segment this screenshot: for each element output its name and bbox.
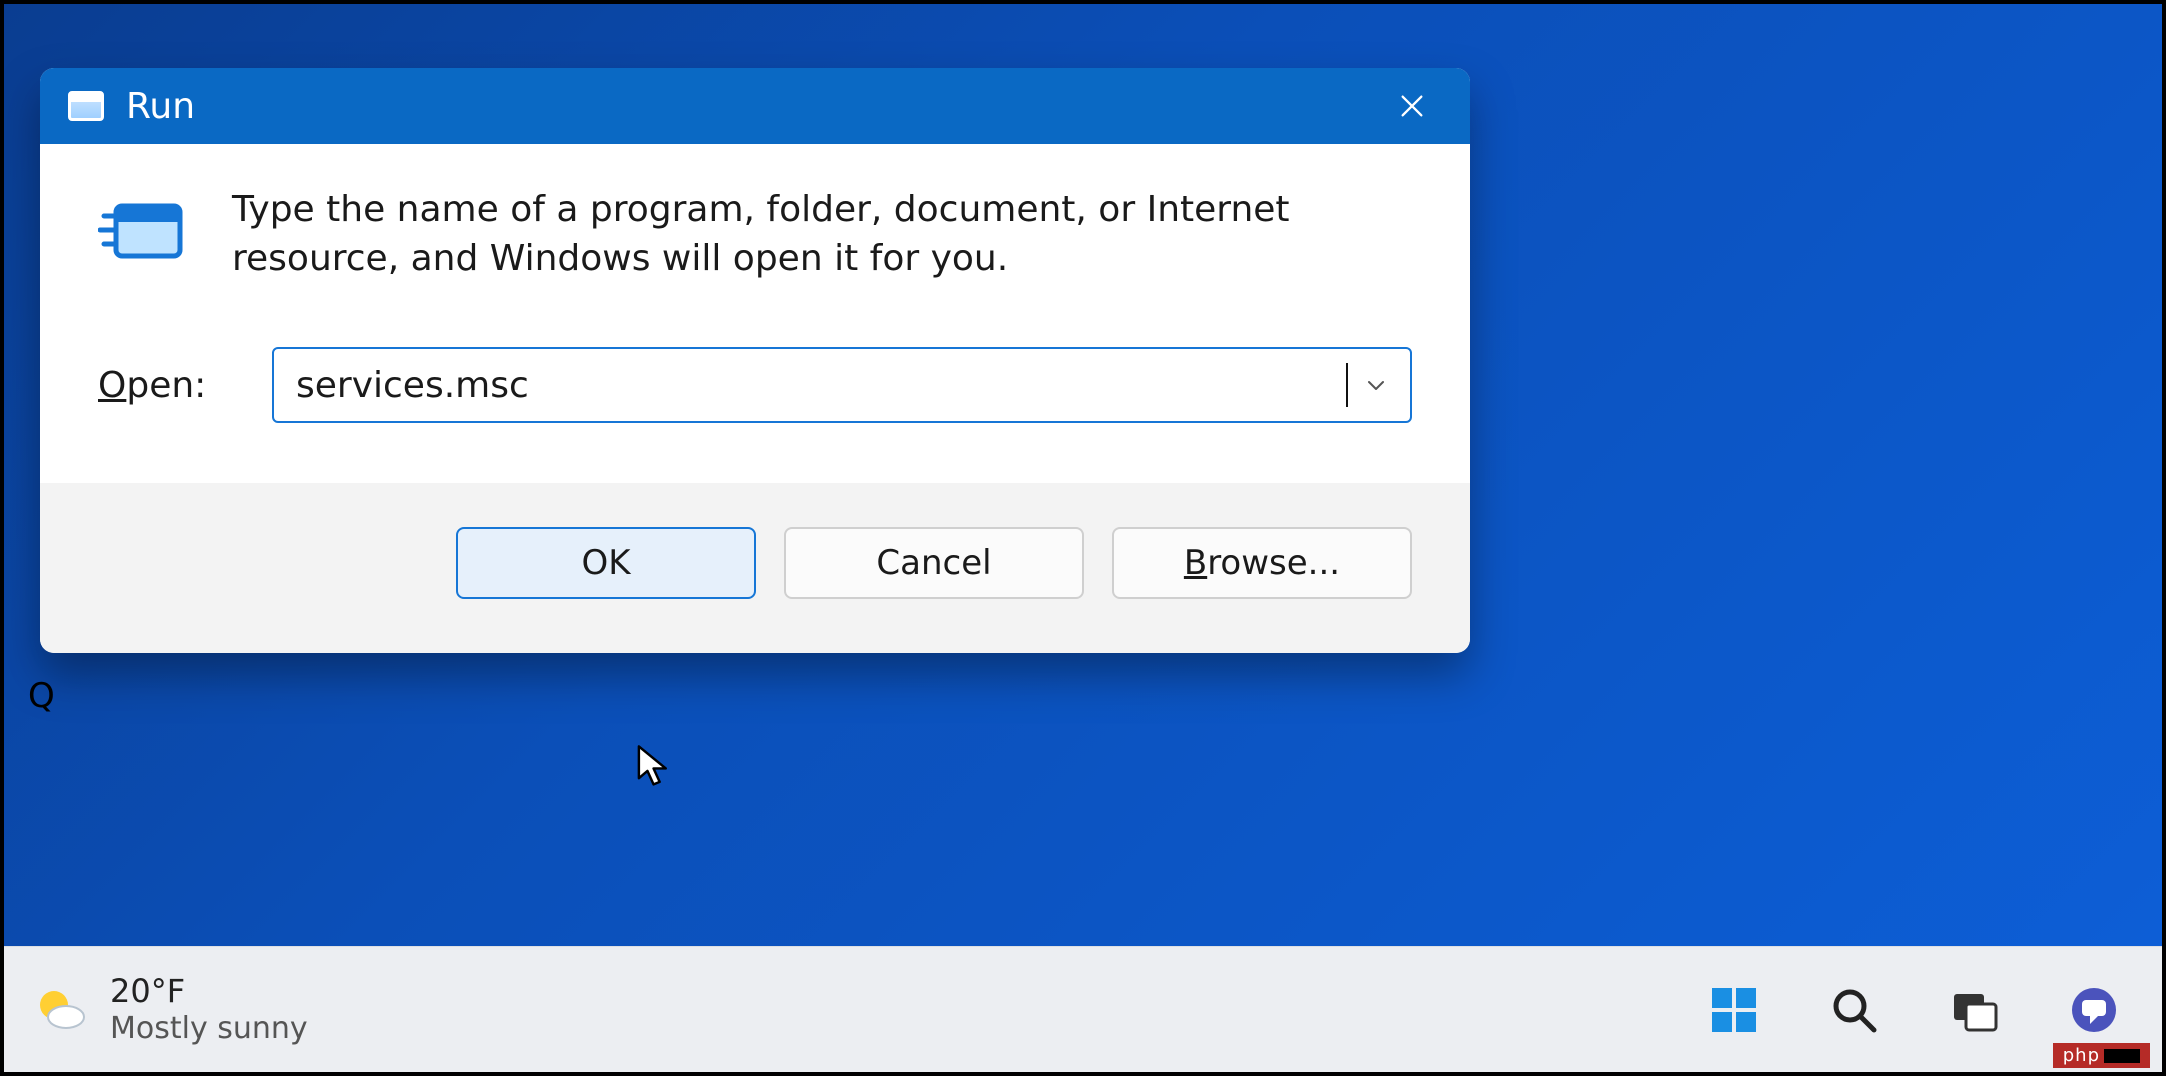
weather-icon: [32, 981, 88, 1037]
weather-text: 20°F Mostly sunny: [110, 972, 308, 1046]
dialog-body: Type the name of a program, folder, docu…: [40, 144, 1470, 483]
mouse-cursor: [636, 744, 676, 788]
open-dropdown-button[interactable]: [1362, 371, 1390, 399]
weather-temp: 20°F: [110, 972, 308, 1010]
open-label: Open:: [98, 365, 228, 406]
dialog-description: Type the name of a program, folder, docu…: [232, 186, 1412, 283]
taskbar: 20°F Mostly sunny: [4, 946, 2162, 1072]
task-view-icon: [1948, 984, 2000, 1036]
dialog-titlebar[interactable]: Run: [40, 68, 1470, 144]
chat-icon: [2068, 984, 2120, 1036]
windows-start-icon: [1708, 984, 1760, 1036]
taskbar-icons: [1702, 978, 2134, 1042]
watermark: php: [2053, 1043, 2150, 1068]
run-dialog: Run Type the name of a program, folder, …: [40, 68, 1470, 653]
desktop-screen: Q Run Type the name of a program, folder: [0, 0, 2166, 1076]
start-button[interactable]: [1702, 978, 1766, 1042]
weather-widget[interactable]: 20°F Mostly sunny: [32, 972, 308, 1046]
close-button[interactable]: [1372, 78, 1452, 134]
chat-button[interactable]: [2062, 978, 2126, 1042]
ok-button[interactable]: OK: [456, 527, 756, 599]
close-icon: [1398, 92, 1426, 120]
cancel-button[interactable]: Cancel: [784, 527, 1084, 599]
open-combobox[interactable]: [272, 347, 1412, 423]
weather-condition: Mostly sunny: [110, 1011, 308, 1047]
task-view-button[interactable]: [1942, 978, 2006, 1042]
dialog-title: Run: [126, 86, 195, 127]
run-titlebar-icon: [68, 91, 104, 121]
open-input[interactable]: [296, 365, 1350, 406]
chevron-down-icon: [1364, 373, 1388, 397]
desktop-label-fragment: Q: [28, 676, 55, 716]
search-button[interactable]: [1822, 978, 1886, 1042]
text-caret: [1346, 363, 1348, 407]
run-icon: [98, 196, 188, 268]
search-icon: [1828, 984, 1880, 1036]
browse-button[interactable]: Browse...: [1112, 527, 1412, 599]
dialog-footer: OK Cancel Browse...: [40, 483, 1470, 653]
